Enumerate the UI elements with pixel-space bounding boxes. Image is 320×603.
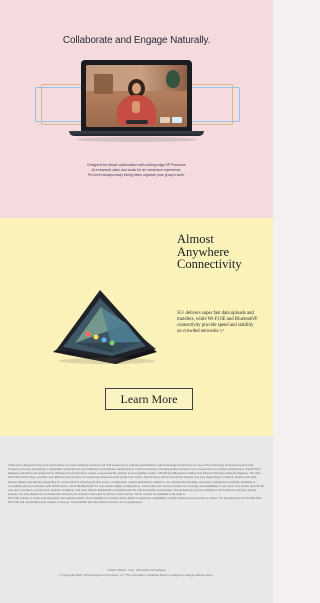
learn-more-button[interactable]: Learn More <box>105 388 193 410</box>
legal-footer: ¹Tests were designed to improve performa… <box>0 436 273 603</box>
laptop-base <box>69 131 204 136</box>
person-arm-icon <box>132 101 140 113</box>
video-call-controls-icon <box>126 120 148 124</box>
plant-icon <box>166 70 180 88</box>
video-call-screen <box>86 65 187 127</box>
hero-description: Designed for virtual collaboration with … <box>50 163 223 178</box>
hero-title: Collaborate and Engage Naturally. <box>62 35 211 46</box>
feature-heading: Almost Anywhere Connectivity <box>177 233 257 271</box>
connectivity-feature-section: Almost Anywhere Connectivity 5G¹ deliver… <box>0 218 273 436</box>
hero-description-line: Pro-level always-ready inking helps orga… <box>88 173 185 177</box>
copyright-line: © Copyright 2022. HP Development Company… <box>59 573 214 577</box>
legal-disclaimer-paragraph: ¹Tests were designed to improve performa… <box>8 463 264 497</box>
laptop-shadow <box>76 137 197 142</box>
laptop-screen-frame <box>81 60 192 132</box>
legal-disclaimer-paragraph: Wi-Fi 6E requires a router sold separate… <box>8 496 262 505</box>
legal-disclaimer: ¹Tests were designed to improve performa… <box>8 463 265 505</box>
hero-collaboration-section: Collaborate and Engage Naturally. Design… <box>0 0 273 218</box>
promo-email-page: Collaborate and Engage Naturally. Design… <box>0 0 273 603</box>
feature-heading-line: Almost <box>177 232 214 246</box>
shelf-icon <box>94 74 113 94</box>
video-call-laptop-image <box>69 60 204 160</box>
feature-heading-line: Connectivity <box>177 257 242 271</box>
participant-thumbnail-icon <box>160 117 170 123</box>
participant-thumbnail-icon <box>172 117 182 123</box>
legal-bottom-notice: ©2022 CISCO · Intel · Microsoft Technolo… <box>0 568 273 578</box>
feature-description: 5G¹ delivers super fast data uploads and… <box>177 311 258 334</box>
convertible-laptop-icon <box>53 290 157 364</box>
